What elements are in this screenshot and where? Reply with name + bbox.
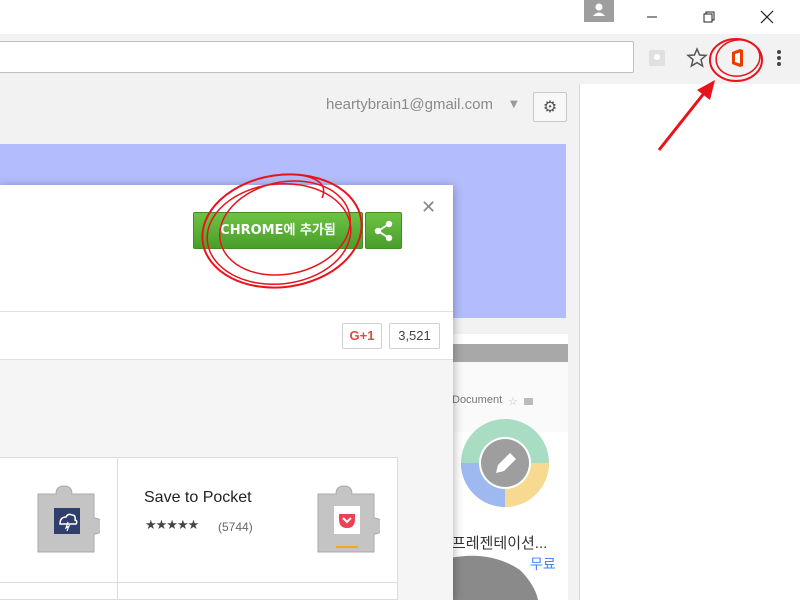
close-window-button[interactable] xyxy=(755,6,779,28)
office-icon xyxy=(732,49,743,67)
share-icon xyxy=(374,220,393,242)
profile-button[interactable] xyxy=(584,0,614,22)
blank-area xyxy=(580,84,800,600)
settings-button[interactable]: ⚙ xyxy=(533,92,567,122)
card-doc-label: Document xyxy=(452,394,503,406)
dialog-divider xyxy=(0,311,453,312)
add-to-chrome-button[interactable]: CHROME에 추가됨 xyxy=(193,212,363,249)
minimize-button[interactable] xyxy=(640,6,664,28)
tile-divider xyxy=(0,582,398,583)
extension-icon[interactable] xyxy=(645,46,669,70)
bookmark-star-button[interactable] xyxy=(685,46,709,70)
address-bar[interactable] xyxy=(0,41,634,73)
gplus-button[interactable]: G+1 xyxy=(342,323,382,349)
minimize-icon xyxy=(647,16,657,18)
rating-stars: ★★★★★ xyxy=(145,518,199,533)
close-icon: ✕ xyxy=(421,197,437,218)
puzzle-ghost-icon xyxy=(649,50,665,66)
puzzle-piece-icon xyxy=(37,485,100,553)
account-dropdown-caret[interactable]: ▼ xyxy=(510,99,518,110)
dialog-close-button[interactable]: ✕ xyxy=(421,197,436,218)
puzzle-piece-pocket-icon xyxy=(317,485,380,553)
restore-icon xyxy=(703,11,715,23)
account-email[interactable]: heartybrain1@gmail.com xyxy=(326,96,493,113)
star-outline-icon xyxy=(686,47,708,68)
card-preview-header xyxy=(452,344,568,362)
chrome-menu-button[interactable] xyxy=(767,46,791,70)
restore-button[interactable] xyxy=(697,6,721,28)
close-icon xyxy=(760,10,774,24)
tile-title[interactable]: Save to Pocket xyxy=(144,489,252,507)
rating-count: (5744) xyxy=(218,520,253,534)
three-dot-menu-icon xyxy=(777,50,781,66)
svg-text:☆: ☆ xyxy=(508,395,518,408)
dark-overlay-circle xyxy=(450,555,538,600)
share-button[interactable] xyxy=(365,212,402,249)
office-extension-button[interactable] xyxy=(725,46,749,70)
gear-icon: ⚙ xyxy=(542,97,558,116)
doc-toolbar-icons: ☆ xyxy=(508,395,533,408)
title-bar xyxy=(0,0,800,34)
person-icon xyxy=(593,3,605,16)
slides-logo-icon xyxy=(461,419,549,507)
gplus-count: 3,521 xyxy=(389,323,440,349)
